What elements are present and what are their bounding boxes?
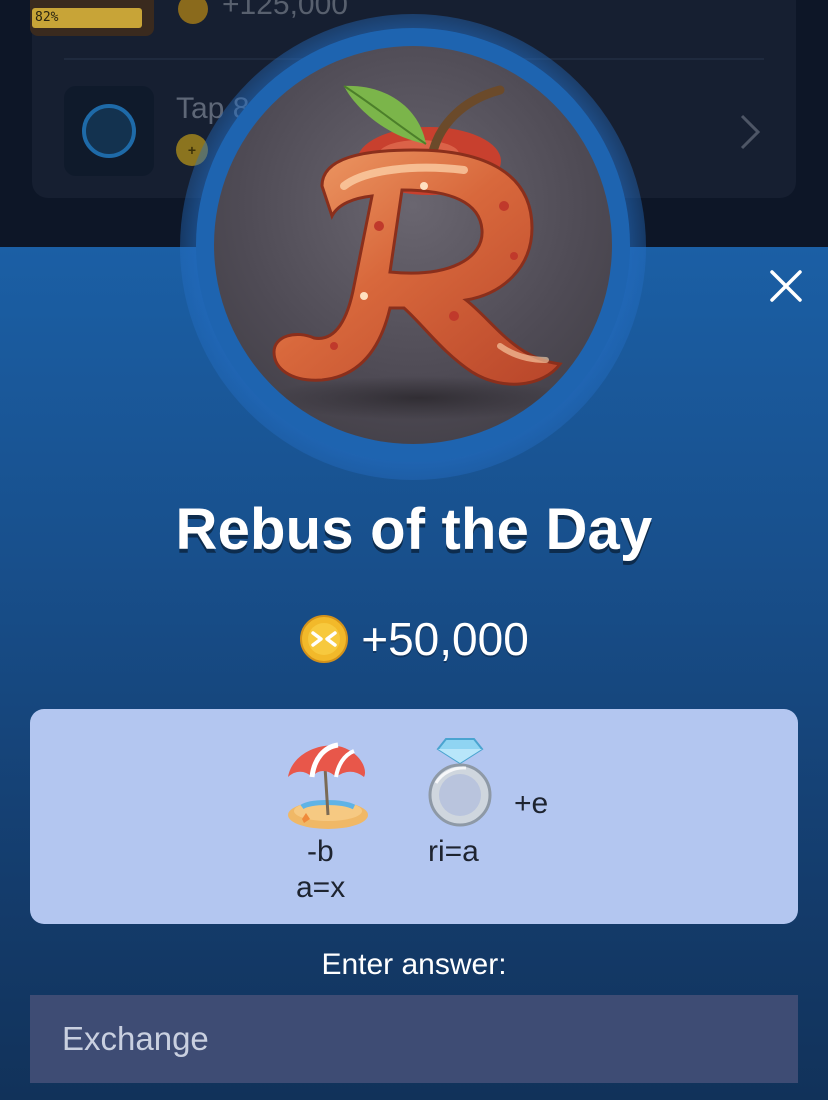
reward-amount: +50,000	[361, 613, 529, 665]
background-progress-badge: 82%	[32, 8, 142, 28]
rebus-puzzle-card: -b a=x ri=a +e	[30, 709, 798, 924]
answer-label: Enter answer:	[321, 948, 507, 981]
background-tap-thumbnail	[64, 86, 154, 176]
beach-umbrella-icon	[288, 742, 368, 829]
background-coin-symbol: +	[187, 142, 197, 158]
close-icon	[770, 270, 802, 302]
close-button[interactable]	[762, 262, 810, 310]
clue-2-line-1: ri=a	[428, 835, 479, 868]
apple-letter-r-image	[214, 46, 612, 444]
background-top-reward: +125,000	[222, 0, 348, 21]
diamond-ring-icon	[428, 738, 492, 827]
chevron-right-icon	[738, 112, 762, 161]
answer-input[interactable]	[30, 995, 798, 1083]
clue-1-line-2: a=x	[296, 871, 346, 904]
coin-icon	[300, 615, 349, 663]
clue-1-line-1: -b	[307, 835, 334, 868]
clue-suffix: +e	[514, 787, 549, 820]
tap-icon	[82, 104, 136, 158]
reward-row: +50,000	[0, 612, 828, 666]
modal-title: Rebus of the Day	[175, 497, 653, 562]
